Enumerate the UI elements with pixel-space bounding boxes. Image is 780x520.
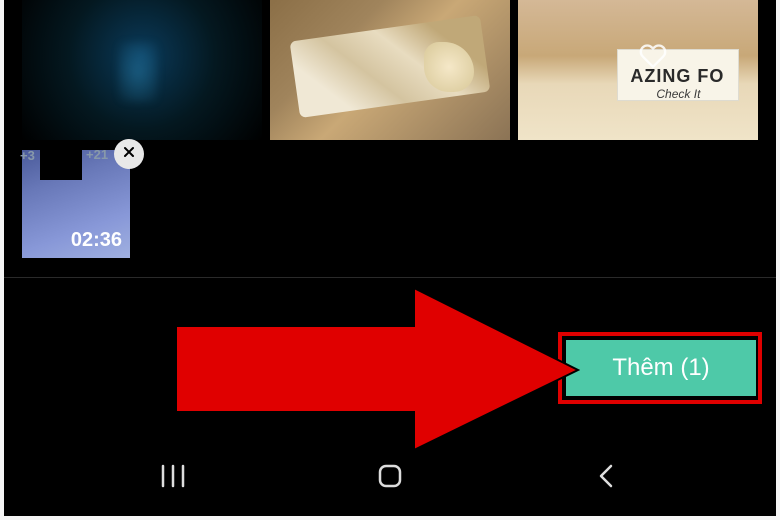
back-icon [591,460,623,497]
selected-clips-row: +3 +21 02:36 [4,150,776,265]
badge-count-right: +21 [86,147,108,162]
nav-recents-button[interactable] [153,458,193,498]
close-icon [121,144,137,165]
gallery-thumbnail[interactable] [270,0,510,140]
add-button[interactable]: Thêm (1) [566,340,756,396]
nav-back-button[interactable] [587,458,627,498]
bottom-toolbar: Thêm (1) [4,278,776,438]
system-nav-bar [4,440,776,516]
remove-clip-button[interactable] [114,139,144,169]
thumbnail-subcaption: Check It [656,87,700,101]
thumbnail-caption: AZING FO [630,66,724,87]
badge-count-left: +3 [20,148,35,163]
gallery-thumbnail[interactable] [22,0,262,140]
annotation-arrow-icon [176,286,580,452]
nav-home-button[interactable] [370,458,410,498]
gallery-thumbnail[interactable]: AZING FO Check It [518,0,758,140]
clip-duration: 02:36 [71,229,122,252]
gallery-row: AZING FO Check It [4,0,776,140]
selected-clip-thumbnail[interactable]: +3 +21 02:36 [22,150,130,258]
recents-icon [157,460,189,497]
home-icon [374,460,406,497]
app-screen: AZING FO Check It +3 +21 02:36 Thêm (1) [4,0,776,516]
